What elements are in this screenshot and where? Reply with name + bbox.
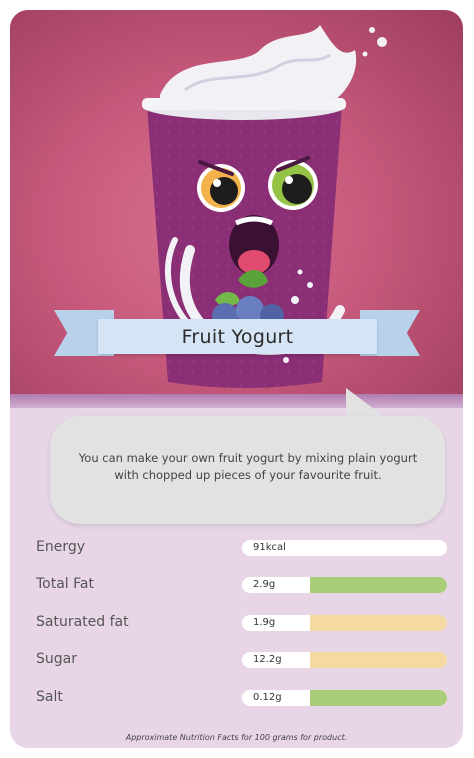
sugar-label: Sugar	[36, 651, 77, 667]
nutrition-card: Fruit Yogurt You can make your own fruit…	[10, 10, 463, 748]
saturated-fat-label: Saturated fat	[36, 614, 129, 630]
total-fat-bar: 2.9g	[242, 577, 447, 593]
total-fat-bar-fill	[310, 577, 447, 593]
salt-value: 0.12g	[253, 692, 282, 703]
title-banner: Fruit Yogurt	[98, 319, 377, 354]
total-fat-value: 2.9g	[253, 579, 276, 590]
saturated-fat-bar: 1.9g	[242, 615, 447, 631]
product-description: You can make your own fruit yogurt by mi…	[78, 451, 418, 482]
saturated-fat-value: 1.9g	[253, 617, 276, 628]
salt-bar: 0.12g	[242, 690, 447, 706]
total-fat-label: Total Fat	[36, 576, 94, 592]
salt-bar-fill	[310, 690, 447, 706]
saturated-fat-bar-fill	[310, 615, 447, 631]
sugar-value: 12.2g	[253, 654, 282, 665]
energy-value: 91kcal	[253, 542, 286, 553]
energy-bar: 91kcal	[242, 540, 447, 556]
sugar-bar-fill	[310, 652, 447, 668]
hero-divider	[10, 394, 463, 408]
product-title: Fruit Yogurt	[181, 325, 294, 348]
sugar-bar: 12.2g	[242, 652, 447, 668]
footnote: Approximate Nutrition Facts for 100 gram…	[125, 733, 348, 742]
energy-label: Energy	[36, 539, 86, 555]
salt-label: Salt	[36, 689, 63, 705]
